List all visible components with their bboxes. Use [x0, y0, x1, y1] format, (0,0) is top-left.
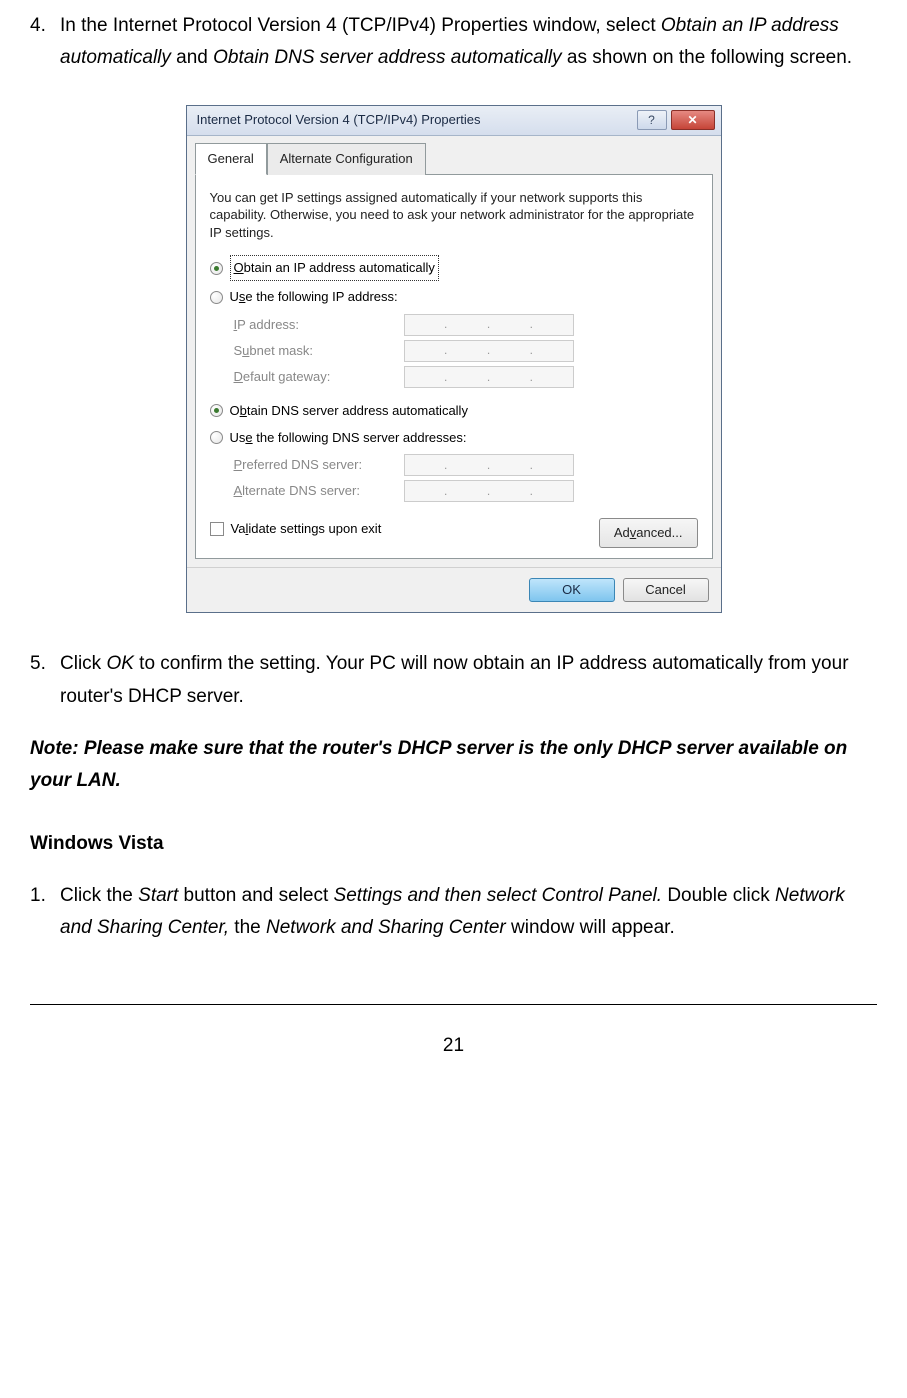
radio-obtain-dns-auto[interactable]: Obtain DNS server address automaticallyO… [210, 400, 698, 422]
checkbox-icon [210, 522, 224, 536]
radio-use-ip[interactable]: Use the following IP address:Use the fol… [210, 286, 698, 308]
page-footer: 21 [30, 1004, 877, 1062]
step-5: 5. Click OK to confirm the setting. Your… [30, 648, 877, 713]
radio-icon [210, 404, 223, 417]
step-4-italic-2: Obtain DNS server address automatically [213, 47, 561, 68]
vs1-i4: Network and Sharing Center [266, 917, 506, 938]
preferred-dns-input: ... [404, 454, 574, 476]
windows-vista-heading: Windows Vista [30, 828, 877, 860]
vista-step-1-number: 1. [30, 880, 60, 945]
ok-button[interactable]: OK [529, 578, 615, 602]
radio-use-dns[interactable]: Use the following DNS server addresses:U… [210, 427, 698, 449]
vs1-p4: the [229, 917, 266, 938]
dialog-screenshot: Internet Protocol Version 4 (TCP/IPv4) P… [30, 105, 877, 614]
button-bar: OK Cancel [187, 567, 721, 612]
step-4-mid: and [171, 47, 213, 68]
dialog-titlebar: Internet Protocol Version 4 (TCP/IPv4) P… [187, 106, 721, 136]
vs1-p1: Click the [60, 885, 138, 906]
step-4-prefix: In the Internet Protocol Version 4 (TCP/… [60, 15, 661, 36]
tabs-row: General Alternate Configuration [187, 136, 721, 174]
vs1-i1: Start [138, 885, 178, 906]
tcpip-properties-dialog: Internet Protocol Version 4 (TCP/IPv4) P… [186, 105, 722, 614]
ip-address-input: ... [404, 314, 574, 336]
gateway-label: Default gateway:Default gateway: [234, 366, 404, 388]
subnet-label: Subnet mask:Subnet mask: [234, 340, 404, 362]
ip-address-row: IP address:IP address: ... [234, 314, 698, 336]
step-5-suffix: to confirm the setting. Your PC will now… [60, 653, 849, 706]
tab-general[interactable]: General [195, 143, 267, 175]
preferred-dns-label: Preferred DNS server:Preferred DNS serve… [234, 454, 404, 476]
step-5-ok: OK [106, 653, 133, 674]
step-5-number: 5. [30, 648, 60, 713]
close-button[interactable]: ✕ [671, 110, 715, 130]
radio-obtain-dns-label: Obtain DNS server address automaticallyO… [230, 400, 468, 422]
step-5-text: Click OK to confirm the setting. Your PC… [60, 648, 877, 713]
vista-step-1-text: Click the Start button and select Settin… [60, 880, 877, 945]
alt-dns-input: ... [404, 480, 574, 502]
titlebar-buttons: ? ✕ [637, 110, 715, 130]
alt-dns-row: Alternate DNS server:Alternate DNS serve… [234, 480, 698, 502]
dns-fields: Preferred DNS server:Preferred DNS serve… [234, 454, 698, 502]
step-4: 4. In the Internet Protocol Version 4 (T… [30, 10, 877, 75]
gateway-row: Default gateway:Default gateway: ... [234, 366, 698, 388]
close-icon: ✕ [687, 110, 697, 130]
cancel-button[interactable]: Cancel [623, 578, 709, 602]
dhcp-note: Note: Please make sure that the router's… [30, 733, 877, 798]
radio-icon [210, 262, 223, 275]
radio-use-ip-label: Use the following IP address:Use the fol… [230, 286, 398, 308]
gateway-input: ... [404, 366, 574, 388]
help-button[interactable]: ? [637, 110, 667, 130]
vs1-i2: Settings and then select Control Panel. [334, 885, 668, 906]
vs1-p5: window will appear. [506, 917, 675, 938]
ip-address-label: IP address:IP address: [234, 314, 404, 336]
radio-use-dns-label: Use the following DNS server addresses:U… [230, 427, 467, 449]
radio-icon [210, 431, 223, 444]
general-panel: You can get IP settings assigned automat… [195, 174, 713, 560]
validate-label: Validate settings upon exitValidate sett… [231, 518, 382, 540]
dialog-title: Internet Protocol Version 4 (TCP/IPv4) P… [197, 109, 637, 131]
vs1-p3: Double click [667, 885, 775, 906]
subnet-input: ... [404, 340, 574, 362]
vista-step-1: 1. Click the Start button and select Set… [30, 880, 877, 945]
help-icon: ? [648, 110, 655, 130]
page-number: 21 [443, 1035, 464, 1056]
step-4-number: 4. [30, 10, 60, 75]
description-text: You can get IP settings assigned automat… [210, 189, 698, 242]
vs1-p2: button and select [178, 885, 333, 906]
ip-fields: IP address:IP address: ... Subnet mask:S… [234, 314, 698, 388]
step-5-prefix: Click [60, 653, 106, 674]
step-4-suffix: as shown on the following screen. [562, 47, 852, 68]
radio-obtain-ip-auto[interactable]: OObtain an IP address automaticallybtain… [210, 255, 698, 281]
alt-dns-label: Alternate DNS server:Alternate DNS serve… [234, 480, 404, 502]
radio-icon [210, 291, 223, 304]
preferred-dns-row: Preferred DNS server:Preferred DNS serve… [234, 454, 698, 476]
subnet-row: Subnet mask:Subnet mask: ... [234, 340, 698, 362]
step-4-text: In the Internet Protocol Version 4 (TCP/… [60, 10, 877, 75]
tab-alternate-configuration[interactable]: Alternate Configuration [267, 143, 426, 175]
radio-obtain-ip-label: OObtain an IP address automaticallybtain… [230, 255, 439, 281]
advanced-button[interactable]: Advanced...Advanced... [599, 518, 698, 548]
